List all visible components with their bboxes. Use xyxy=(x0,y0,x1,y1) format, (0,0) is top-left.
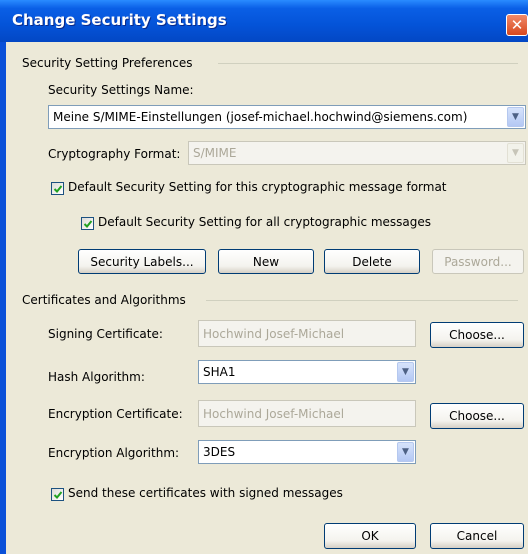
title-bar[interactable]: Change Security Settings ✕ xyxy=(0,0,528,42)
crypto-format-label: Cryptography Format: xyxy=(48,147,181,161)
password-button-label: Password... xyxy=(444,254,512,269)
settings-name-label: Security Settings Name: xyxy=(48,83,194,97)
crypto-format-value: S/MIME xyxy=(193,146,237,160)
window-title: Change Security Settings xyxy=(12,11,227,29)
send-certs-label: Send these certificates with signed mess… xyxy=(68,486,343,500)
security-labels-button[interactable]: Security Labels... xyxy=(78,249,206,274)
prefs-group-label: Security Setting Preferences xyxy=(22,56,193,70)
crypto-format-combo[interactable]: S/MIME ▼ xyxy=(188,141,526,165)
choose-encryption-button-label: Choose... xyxy=(449,409,505,423)
choose-signing-button-label: Choose... xyxy=(449,328,505,342)
enc-alg-value: 3DES xyxy=(203,445,236,459)
delete-button[interactable]: Delete xyxy=(324,249,420,274)
default-format-checkbox[interactable] xyxy=(51,182,64,195)
security-labels-button-label: Security Labels... xyxy=(90,254,194,269)
checkmark-icon xyxy=(83,220,93,228)
ok-button[interactable]: OK xyxy=(324,523,416,549)
hash-alg-value: SHA1 xyxy=(203,365,236,379)
chevron-down-icon[interactable]: ▼ xyxy=(397,442,414,462)
encryption-cert-value: Hochwind Josef-Michael xyxy=(203,406,345,421)
dialog-window: Change Security Settings ✕ Security Sett… xyxy=(0,0,528,554)
encryption-cert-field[interactable]: Hochwind Josef-Michael xyxy=(198,400,416,427)
certs-group-divider xyxy=(206,300,518,301)
delete-button-label: Delete xyxy=(352,254,392,269)
dialog-client: Security Setting Preferences Security Se… xyxy=(6,42,528,554)
enc-alg-combo[interactable]: 3DES ▼ xyxy=(198,440,416,464)
signing-cert-label: Signing Certificate: xyxy=(48,327,163,341)
certs-group-label: Certificates and Algorithms xyxy=(22,293,186,307)
default-format-label: Default Security Setting for this crypto… xyxy=(68,180,447,194)
checkmark-icon xyxy=(53,185,63,193)
close-button[interactable]: ✕ xyxy=(506,14,528,36)
send-certs-checkbox[interactable] xyxy=(51,488,64,501)
new-button-label: New xyxy=(252,254,280,269)
signing-cert-value: Hochwind Josef-Michael xyxy=(203,326,345,341)
hash-alg-label: Hash Algorithm: xyxy=(48,370,145,384)
chevron-down-icon[interactable]: ▼ xyxy=(397,362,414,382)
default-all-label: Default Security Setting for all cryptog… xyxy=(98,215,432,229)
checkmark-icon xyxy=(53,491,63,499)
signing-cert-field[interactable]: Hochwind Josef-Michael xyxy=(198,320,416,347)
choose-encryption-button[interactable]: Choose... xyxy=(430,403,524,429)
close-icon: ✕ xyxy=(510,16,524,34)
hash-alg-combo[interactable]: SHA1 ▼ xyxy=(198,360,416,384)
cancel-button-label: Cancel xyxy=(456,529,498,543)
chevron-down-icon[interactable]: ▼ xyxy=(507,107,524,127)
password-button[interactable]: Password... xyxy=(432,249,524,274)
cancel-button[interactable]: Cancel xyxy=(430,523,524,549)
ok-button-label: OK xyxy=(361,529,379,543)
settings-name-combo[interactable]: Meine S/MIME-Einstellungen (josef-michae… xyxy=(48,105,526,129)
choose-signing-button[interactable]: Choose... xyxy=(430,322,524,348)
chevron-down-icon[interactable]: ▼ xyxy=(507,143,524,163)
prefs-group-divider xyxy=(218,63,518,64)
new-button[interactable]: New xyxy=(218,249,314,274)
enc-alg-label: Encryption Algorithm: xyxy=(48,446,180,460)
encryption-cert-label: Encryption Certificate: xyxy=(48,407,183,421)
default-all-checkbox[interactable] xyxy=(81,217,94,230)
settings-name-value: Meine S/MIME-Einstellungen (josef-michae… xyxy=(53,110,468,124)
